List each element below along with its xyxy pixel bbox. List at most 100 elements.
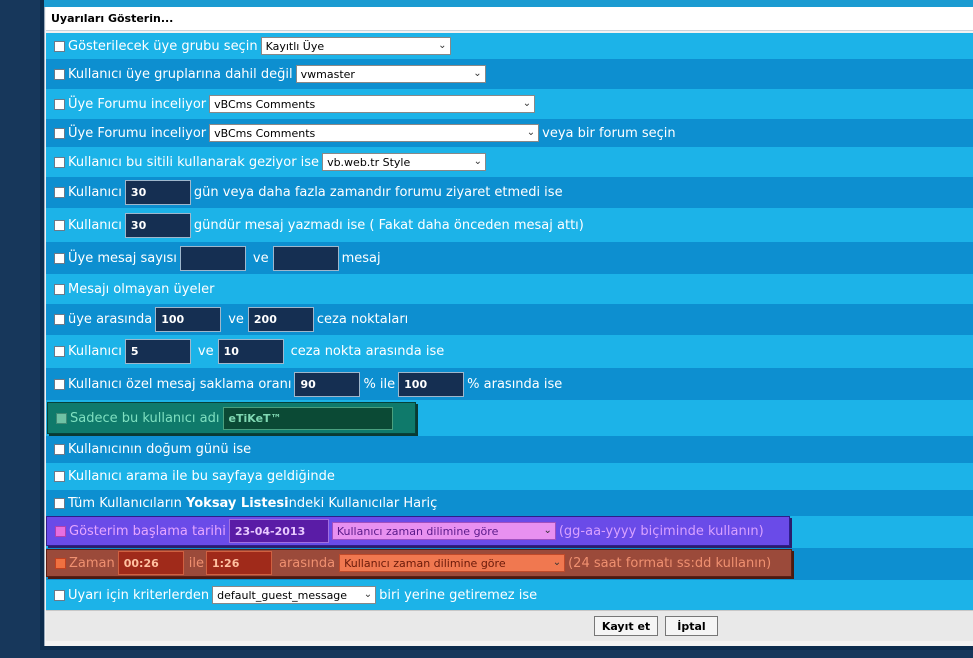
time-suffix: (24 saat formatı ss:dd kullanın) <box>568 555 772 571</box>
infraction-points-min-input[interactable]: 100 <box>155 307 222 332</box>
usergroup-checkbox[interactable] <box>54 40 65 52</box>
criteria-row-no-posts: Mesajı olmayan üyeler <box>46 274 973 304</box>
no-posts-checkbox[interactable] <box>54 283 65 295</box>
infraction-points-label: üye arasında <box>68 312 153 327</box>
post-count-min-input[interactable] <box>179 245 246 271</box>
pm-quota-checkbox[interactable] <box>54 378 65 390</box>
infractions-max-input[interactable]: 10 <box>217 339 284 364</box>
browsing-forum-2-select[interactable]: vBCms Comments ⌄ <box>209 124 540 142</box>
infractions-label: Kullanıcı <box>68 344 122 359</box>
search-referrer-label: Kullanıcı arama ile bu sayfaya geldiğind… <box>68 469 335 484</box>
cancel-button[interactable]: İptal <box>665 616 718 636</box>
browsing-forum-2-suffix: veya bir forum seçin <box>542 125 676 141</box>
style-checkbox[interactable] <box>54 156 65 168</box>
chevron-down-icon: ⌄ <box>552 557 562 568</box>
pm-quota-max-input[interactable]: 100 <box>398 371 465 397</box>
search-referrer-checkbox[interactable] <box>54 471 65 482</box>
birthday-checkbox[interactable] <box>54 444 65 455</box>
message-criteria-select-value: default_guest_message <box>217 588 348 602</box>
start-date-input[interactable]: 23-04-2013 <box>228 519 329 543</box>
username-label: Sadece bu kullanıcı adı <box>70 410 220 426</box>
start-date-timezone-select[interactable]: Kullanıcı zaman dilimine göre ⌄ <box>331 522 556 540</box>
infractions-and-label: ve <box>197 344 214 359</box>
usergroup-select-value: Kayıtlı Üye <box>265 39 325 53</box>
time-timezone-select[interactable]: Kullanıcı zaman dilimine göre ⌄ <box>339 554 566 572</box>
infractions-min-input[interactable]: 5 <box>124 339 191 364</box>
start-date-checkbox[interactable] <box>55 525 66 537</box>
start-date-timezone-value: Kullanıcı zaman dilimine göre <box>336 524 499 538</box>
pm-quota-min-input[interactable]: 90 <box>294 371 361 397</box>
no-posts-days-input[interactable]: 30 <box>124 212 191 238</box>
post-count-max-input[interactable] <box>272 245 339 271</box>
criteria-row-time: Zaman 00:26 ile 1:26 arasında Kullanıcı … <box>46 549 792 577</box>
save-button[interactable]: Kayıt et <box>594 616 658 636</box>
browsing-forum-2-label: Üye Forumu inceliyor <box>68 125 207 141</box>
infraction-points-suffix: ceza noktaları <box>316 312 409 327</box>
criteria-row-browsing-forum-2: Üye Forumu inceliyor vBCms Comments ⌄ vey… <box>46 119 973 147</box>
criteria-row-message: Uyarı için kriterlerden default_guest_me… <box>46 580 973 610</box>
criteria-row-not-visited: Kullanıcı 30 gün veya daha fazla zamandı… <box>46 177 973 208</box>
criteria-row-not-in-group: Kullanıcı üye gruplarına dahil değil vwm… <box>46 59 973 89</box>
style-select-value: vb.web.tr Style <box>327 155 411 169</box>
time-timezone-value: Kullanıcı zaman dilimine göre <box>344 556 506 570</box>
criteria-row-pm-quota: Kullanıcı özel mesaj saklama oranı 90 % … <box>46 368 973 400</box>
post-count-checkbox[interactable] <box>54 252 65 264</box>
not-in-group-select-value: vwmaster <box>300 67 355 81</box>
browsing-forum-2-select-value: vBCms Comments <box>214 126 316 140</box>
form-footer: Kayıt et İptal <box>46 610 973 641</box>
chevron-down-icon: ⌄ <box>438 40 447 51</box>
browsing-forum-select-value: vBCms Comments <box>214 97 316 111</box>
no-posts-days-suffix: gündür mesaj yazmadı ise ( Fakat daha ön… <box>193 217 584 233</box>
pm-quota-label: Kullanıcı özel mesaj saklama oranı <box>68 376 292 392</box>
not-in-group-checkbox[interactable] <box>54 68 65 80</box>
message-criteria-checkbox[interactable] <box>54 589 65 601</box>
message-criteria-suffix: biri yerine getiremez ise <box>379 587 538 603</box>
browsing-forum-select[interactable]: vBCms Comments ⌄ <box>209 95 536 113</box>
criteria-row-style: Kullanıcı bu sitili kullanarak geziyor i… <box>46 147 973 177</box>
infraction-points-checkbox[interactable] <box>54 314 65 325</box>
ignore-list-label-a: Tüm Kullanıcıların <box>68 495 187 511</box>
ignore-list-label-b: Yoksay Listesi <box>186 495 289 511</box>
chevron-down-icon: ⌄ <box>473 68 482 79</box>
not-visited-label: Kullanıcı <box>68 185 122 200</box>
browsing-forum-checkbox[interactable] <box>54 98 65 110</box>
chevron-down-icon: ⌄ <box>473 156 483 167</box>
usergroup-label: Gösterilecek üye grubu seçin <box>68 38 258 54</box>
time-checkbox[interactable] <box>55 557 66 569</box>
message-criteria-select[interactable]: default_guest_message ⌄ <box>212 586 377 604</box>
chevron-down-icon: ⌄ <box>522 98 532 109</box>
ignore-list-checkbox[interactable] <box>54 497 65 509</box>
infraction-points-and-label: ve <box>228 312 244 327</box>
post-count-and-label: ve <box>252 250 269 266</box>
username-checkbox[interactable] <box>56 412 67 424</box>
no-posts-label: Mesajı olmayan üyeler <box>68 281 215 297</box>
time-and-label: ile <box>188 555 204 571</box>
criteria-row-username: Sadece bu kullanıcı adı eTiKeT™ <box>47 402 416 434</box>
post-count-suffix: mesaj <box>341 250 381 266</box>
usergroup-select[interactable]: Kayıtlı Üye ⌄ <box>260 37 451 55</box>
username-input[interactable]: eTiKeT™ <box>222 406 393 430</box>
not-visited-days-input[interactable]: 30 <box>124 180 191 205</box>
time-label: Zaman <box>69 555 115 571</box>
browsing-forum-2-checkbox[interactable] <box>54 127 65 139</box>
pm-quota-suffix: % arasında ise <box>467 376 563 392</box>
criteria-row-ignore-list: Tüm Kullanıcıların Yoksay Listesi ndeki K… <box>46 490 973 516</box>
time-between-label: arasında <box>278 555 336 571</box>
infractions-checkbox[interactable] <box>54 346 65 357</box>
time-end-input[interactable]: 1:26 <box>205 551 272 575</box>
ignore-list-label-c: ndeki Kullanıcılar Hariç <box>288 495 438 511</box>
top-accent-bar <box>44 0 973 7</box>
style-select[interactable]: vb.web.tr Style ⌄ <box>322 153 487 171</box>
no-posts-days-checkbox[interactable] <box>54 219 65 231</box>
start-date-label: Gösterim başlama tarihi <box>69 523 226 539</box>
criteria-row-infraction-points: üye arasında 100 ve 200 ceza noktaları <box>46 304 973 335</box>
criteria-row-infractions: Kullanıcı 5 ve 10 ceza nokta arasında is… <box>46 335 973 368</box>
post-count-label: Üye mesaj sayısı <box>68 250 177 266</box>
infraction-points-max-input[interactable]: 200 <box>247 307 314 332</box>
birthday-label: Kullanıcının doğum günü ise <box>68 442 252 457</box>
criteria-row-browsing-forum: Üye Forumu inceliyor vBCms Comments ⌄ <box>46 89 973 119</box>
not-visited-checkbox[interactable] <box>54 187 65 198</box>
time-start-input[interactable]: 00:26 <box>117 551 184 575</box>
not-in-group-select[interactable]: vwmaster ⌄ <box>295 65 486 83</box>
criteria-row-post-count: Üye mesaj sayısı ve mesaj <box>46 242 973 274</box>
